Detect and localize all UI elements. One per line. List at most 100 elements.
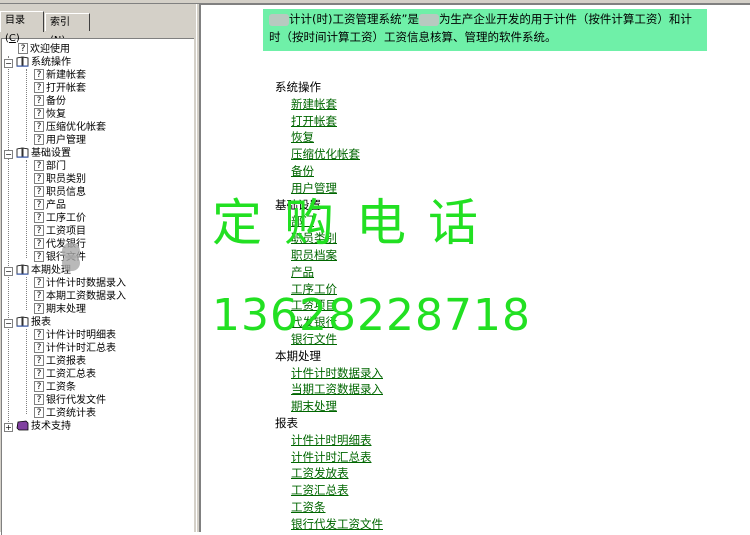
tree-item-label: 部门 [46,161,66,172]
tree-item-label: 工资汇总表 [46,369,96,380]
tree-item[interactable]: ? 计件计时数据录入 [34,277,126,290]
tree-item-label: 银行代发文件 [46,395,106,406]
help-page-icon: ? [34,342,44,353]
tree-item[interactable]: ? 工资统计表 [34,407,96,420]
tree-item[interactable]: ? 工序工价 [34,212,86,225]
tree-item-label: 本期工资数据录入 [46,291,126,302]
topic-link[interactable]: 期末处理 [291,398,337,414]
help-page-icon: ? [34,290,44,301]
tree-item-welcome[interactable]: ? 欢迎使用 [18,43,70,56]
help-page-icon: ? [34,121,44,132]
topic-link[interactable]: 备份 [291,163,314,179]
tree-item[interactable]: ? 银行代发文件 [34,394,106,407]
topic-link[interactable]: 代发银行 [291,314,337,330]
book-icon [16,264,29,275]
topic-link[interactable]: 新建帐套 [291,96,337,112]
tree-group[interactable]: 技术支持 [16,420,71,433]
tree-item[interactable]: ? 工资项目 [34,225,86,238]
help-page-icon: ? [34,407,44,418]
tree-group-label: 报表 [31,317,51,328]
collapse-toggle[interactable]: − [4,150,13,159]
tree-item[interactable]: ? 工资报表 [34,355,86,368]
tree-group[interactable]: 报表 [16,316,51,329]
redacted-name [418,13,439,26]
collapse-toggle[interactable]: − [4,267,13,276]
topic-link[interactable]: 工资条 [291,499,326,515]
topic-link[interactable]: 银行代发工资文件 [291,516,383,532]
topic-link[interactable]: 恢复 [291,129,314,145]
contents-tree[interactable]: ? 欢迎使用 − 系统操作? 新建帐套? 打开帐套? 备份? 恢复? 压缩优化帐套? 用户管理 − 基… [1,38,194,535]
topic-link[interactable]: 压缩优化帐套 [291,146,360,162]
topic-link[interactable]: 计件计时明细表 [291,432,372,448]
tab-index[interactable]: 索引(N) [45,13,90,46]
tree-guide-line [26,329,27,414]
tree-group[interactable]: 基础设置 [16,147,71,160]
tree-group[interactable]: 系统操作 [16,56,71,69]
intro-box: 计计(时)工资管理系统”是 为生产企业开发的用于计件（按件计算工资）和计时（按时间… [263,9,707,51]
tree-item-label: 新建帐套 [46,70,86,81]
tree-guide-line [26,277,27,310]
tree-item-label: 压缩优化帐套 [46,122,106,133]
topic-link[interactable]: 计件计时汇总表 [291,449,372,465]
tab-contents[interactable]: 目录(C) [0,11,44,44]
tree-item-label: 职员信息 [46,187,86,198]
help-page-icon: ? [34,225,44,236]
tree-item[interactable]: ? 工资汇总表 [34,368,96,381]
topic-link[interactable]: 计件计时数据录入 [291,365,383,381]
help-page-icon: ? [34,160,44,171]
help-page-icon: ? [34,251,44,262]
help-page-icon: ? [34,69,44,80]
tree-item-label: 工资统计表 [46,408,96,419]
book-icon [16,147,29,158]
help-page-icon: ? [34,355,44,366]
tree-item[interactable]: ? 打开帐套 [34,82,86,95]
topic-link[interactable]: 工资发放表 [291,465,349,481]
topic-link[interactable]: 职员档案 [291,247,337,263]
section-heading: 本期处理 [275,348,321,363]
tree-item[interactable]: ? 工资条 [34,381,76,394]
topic-pane[interactable]: 计计(时)工资管理系统”是 为生产企业开发的用于计件（按件计算工资）和计时（按时间… [200,4,750,532]
tree-item[interactable]: ? 职员类别 [34,173,86,186]
tree-item-label: 用户管理 [46,135,86,146]
tree-item[interactable]: ? 产品 [34,199,66,212]
collapse-toggle[interactable]: − [4,59,13,68]
topic-link[interactable]: 工序工价 [291,281,337,297]
topic-link[interactable]: 当期工资数据录入 [291,381,383,397]
tree-item[interactable]: ? 部门 [34,160,66,173]
topic-link[interactable]: 打开帐套 [291,113,337,129]
tab-index-label: 索引 [50,17,70,28]
tab-contents-hotkey: C [8,33,16,44]
tree-item-label: 产品 [46,200,66,211]
collapse-toggle[interactable]: − [4,319,13,328]
topic-link[interactable]: 职员类别 [291,230,337,246]
help-page-icon: ? [34,303,44,314]
tree-item[interactable]: ? 新建帐套 [34,69,86,82]
topic-link[interactable]: 工资汇总表 [291,482,349,498]
topic-link[interactable]: 银行文件 [291,331,337,347]
section-heading: 基础设置 [275,197,321,212]
tree-item[interactable]: ? 计件计时汇总表 [34,342,116,355]
book-icon [16,420,29,431]
tree-item[interactable]: ? 计件计时明细表 [34,329,116,342]
topic-link[interactable]: 用户管理 [291,180,337,196]
help-page-icon: ? [34,277,44,288]
section-heading: 系统操作 [275,80,321,94]
tree-item[interactable]: ? 用户管理 [34,134,86,147]
tree-item[interactable]: ? 期末处理 [34,303,86,316]
tree-item[interactable]: ? 恢复 [34,108,66,121]
topic-link[interactable]: 部门 [291,213,314,229]
tree-item[interactable]: ? 职员信息 [34,186,86,199]
topic-link[interactable]: 工资项目 [291,297,337,313]
help-page-icon: ? [34,368,44,379]
nav-tabs: 目录(C) 索引(N) [0,8,196,46]
tree-item-label: 工序工价 [46,213,86,224]
topic-link[interactable]: 产品 [291,264,314,280]
tree-item[interactable]: ? 本期工资数据录入 [34,290,126,303]
help-page-icon: ? [34,95,44,106]
help-page-icon: ? [34,173,44,184]
expand-toggle[interactable]: + [4,423,13,432]
help-page-icon: ? [34,238,44,249]
help-page-icon: ? [34,394,44,405]
tree-item[interactable]: ? 备份 [34,95,66,108]
tree-item[interactable]: ? 压缩优化帐套 [34,121,106,134]
